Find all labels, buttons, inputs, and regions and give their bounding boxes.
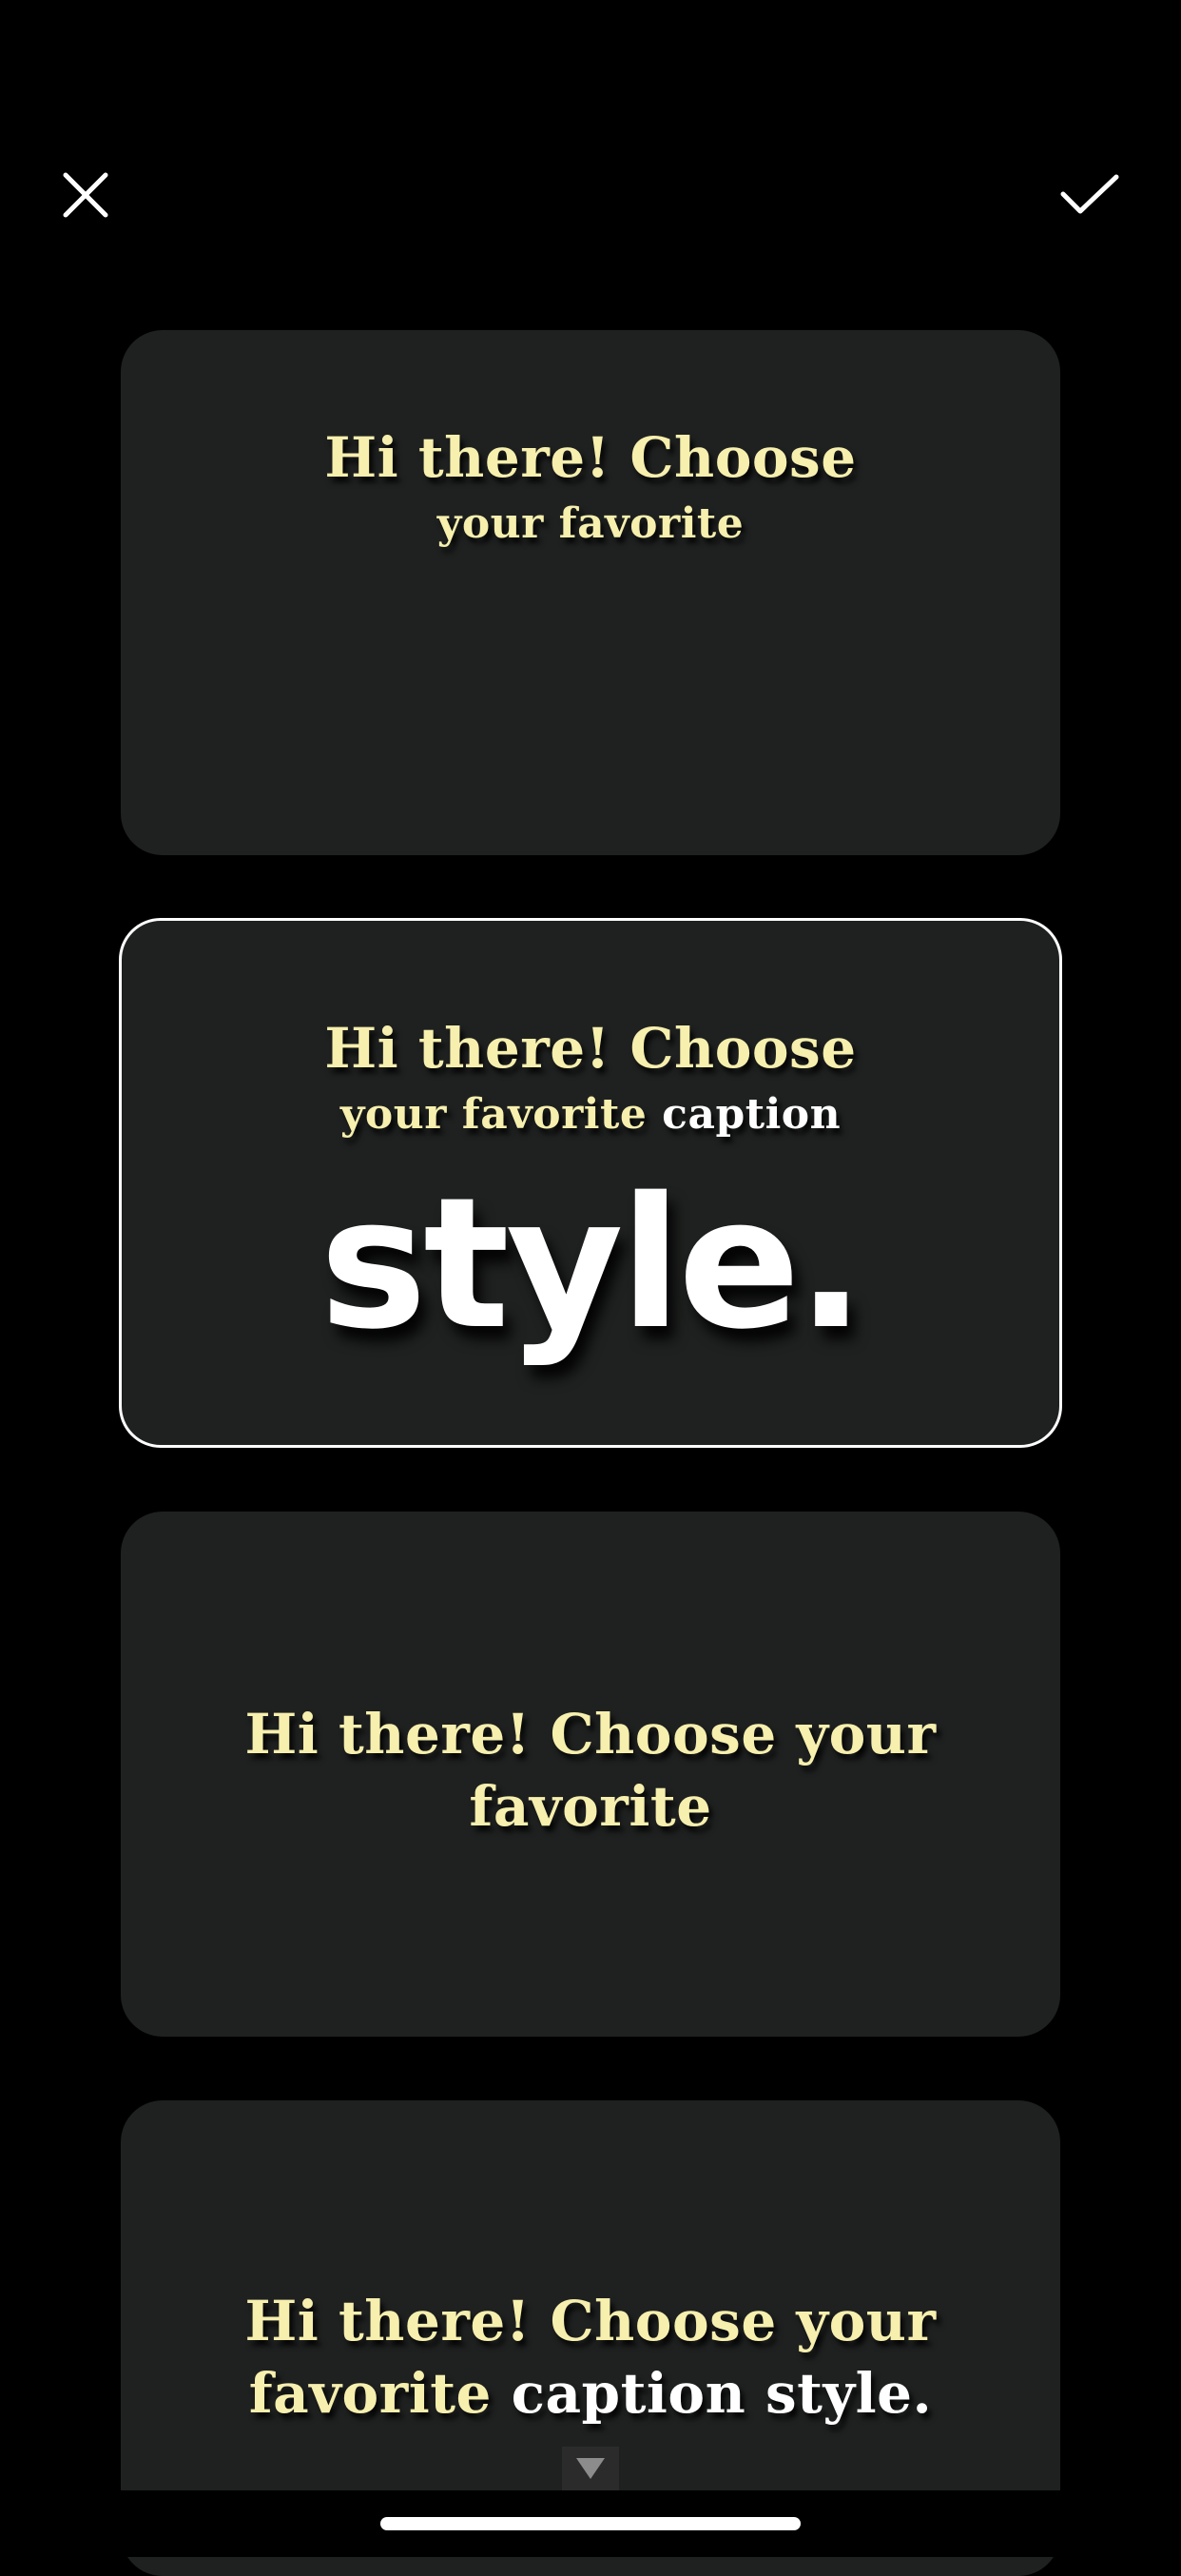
scroll-down-indicator[interactable] (562, 2447, 619, 2492)
close-icon (63, 172, 108, 218)
caption-style-card-1[interactable]: Hi there! Choose your favorite (121, 330, 1060, 855)
caption-yellow-words: your favorite (339, 1090, 648, 1139)
checkmark-icon (1060, 174, 1119, 214)
confirm-button[interactable] (1055, 162, 1122, 228)
caption-preview-line-1: Hi there! Choose (324, 425, 857, 490)
caption-preview-line-1: Hi there! Choose (324, 1016, 857, 1081)
caption-preview-line-2: favorite caption style. (121, 2361, 1060, 2426)
caption-yellow-words: favorite (248, 2361, 492, 2426)
triangle-down-icon (576, 2458, 605, 2479)
caption-preview-line-1: Hi there! Choose your (244, 1702, 937, 1766)
caption-preview-line-2: your favorite (436, 499, 745, 548)
caption-preview-line-1: Hi there! Choose your (244, 2289, 937, 2353)
caption-style-card-3[interactable]: Hi there! Choose your favorite (121, 1512, 1060, 2037)
caption-preview-line-2: your favorite caption (122, 1090, 1059, 1139)
caption-active-word: style. (319, 1159, 865, 1369)
close-button[interactable] (52, 162, 119, 228)
caption-style-card-2-selected[interactable]: Hi there! Choose your favorite caption s… (119, 918, 1062, 1448)
home-indicator[interactable] (380, 2517, 801, 2530)
caption-preview-line-2: favorite (469, 1774, 712, 1839)
caption-highlight-word: caption (662, 1090, 842, 1139)
caption-highlight-words: caption style. (511, 2361, 933, 2426)
